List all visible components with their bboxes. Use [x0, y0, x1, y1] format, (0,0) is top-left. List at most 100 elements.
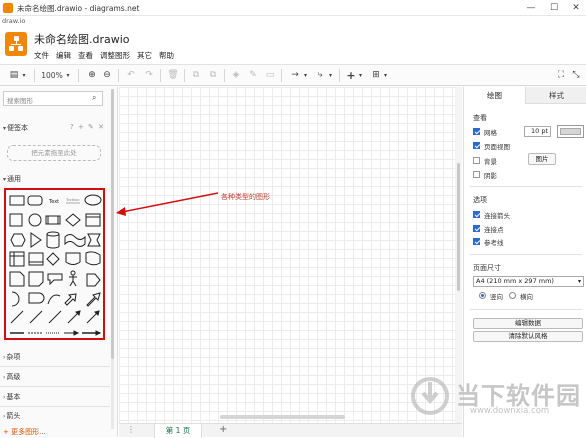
- waypoints-icon[interactable]: ⤷: [313, 69, 327, 82]
- section-arrows[interactable]: ›箭头: [3, 411, 20, 421]
- waypoints-dropdown-icon[interactable]: ▾: [327, 69, 334, 82]
- page-menu-icon[interactable]: ⋮: [127, 425, 135, 434]
- line-color-icon[interactable]: ✎: [247, 69, 259, 82]
- connection-points-label: 连接点: [484, 226, 504, 234]
- tab-diagram[interactable]: 绘图: [464, 87, 525, 104]
- collapse-icon[interactable]: ⤡: [570, 69, 582, 82]
- annotation-text: 各种类型的图形: [221, 193, 270, 201]
- menu-view[interactable]: 查看: [78, 50, 93, 61]
- url-label: draw.io: [2, 17, 26, 25]
- add-page-button[interactable]: +: [219, 424, 227, 435]
- redo-icon[interactable]: ↷: [143, 69, 155, 82]
- section-general-label: 通用: [7, 175, 22, 183]
- minimize-button[interactable]: —: [523, 1, 539, 15]
- svg-text:Textbox: Textbox: [65, 198, 79, 202]
- chevron-down-icon: ▾: [577, 278, 581, 285]
- delete-icon[interactable]: 🗑: [167, 69, 179, 82]
- undo-icon[interactable]: ↶: [125, 69, 137, 82]
- canvas-scrollbar-thumb[interactable]: [457, 163, 460, 291]
- grid-label: 网格: [484, 129, 497, 137]
- section-general[interactable]: ▾通用: [3, 174, 21, 184]
- title-bar: 未命名绘图.drawio - diagrams.net — ☐ ✕: [0, 0, 586, 16]
- tab-style[interactable]: 样式: [525, 87, 586, 104]
- edit-data-button[interactable]: 编辑数据: [473, 318, 583, 329]
- view-section-title: 查看: [473, 114, 487, 122]
- page-view-checkbox[interactable]: [473, 142, 480, 149]
- shadow-icon[interactable]: ▭: [264, 69, 276, 82]
- portrait-radio[interactable]: [479, 292, 486, 299]
- menu-arrange[interactable]: 调整图形: [100, 50, 130, 61]
- image-button[interactable]: 图片: [528, 153, 556, 165]
- connection-points-checkbox[interactable]: [473, 225, 480, 232]
- favorites-tools[interactable]: ? + ✎ ✕: [70, 123, 105, 131]
- chevron-down-icon: ▾: [3, 176, 7, 183]
- menu-file[interactable]: 文件: [34, 50, 49, 61]
- chevron-down-icon: ▾: [3, 125, 7, 132]
- landscape-radio[interactable]: [509, 292, 516, 299]
- grid-color-picker[interactable]: [557, 125, 584, 138]
- to-front-icon[interactable]: ⧉: [190, 69, 202, 82]
- zoom-out-icon[interactable]: ⊖: [101, 69, 113, 82]
- section-arrows-label: 箭头: [6, 412, 21, 420]
- watermark-site: www.downxia.com: [470, 406, 550, 416]
- section-misc-label: 杂项: [6, 353, 21, 361]
- shadow-checkbox[interactable]: [473, 171, 480, 178]
- connection-arrows-label: 连接箭头: [484, 212, 510, 220]
- general-shapes-palette: Text Textbox: [4, 188, 105, 340]
- table-dropdown-icon[interactable]: ▾: [382, 69, 389, 82]
- portrait-label: 竖向: [490, 293, 503, 301]
- svg-text:Text: Text: [48, 199, 59, 205]
- page-view-label: 页面视图: [484, 143, 510, 151]
- clear-default-style-button[interactable]: 清除默认风格: [473, 331, 583, 342]
- window-title: 未命名绘图.drawio - diagrams.net: [17, 4, 140, 13]
- document-title[interactable]: 未命名绘图.drawio: [34, 31, 130, 47]
- menu-edit[interactable]: 编辑: [56, 50, 71, 61]
- grid-checkbox[interactable]: [473, 128, 480, 135]
- to-back-icon[interactable]: ⧉: [207, 69, 219, 82]
- sidebar-scrollbar-thumb[interactable]: [111, 89, 114, 359]
- menu-bar: 文件 编辑 查看 调整图形 其它 帮助: [34, 50, 174, 61]
- canvas-horizontal-scrollbar-thumb[interactable]: [220, 415, 345, 419]
- shadow-label: 阴影: [484, 172, 497, 180]
- section-basic[interactable]: ›基本: [3, 392, 20, 402]
- drawing-canvas[interactable]: [119, 87, 462, 423]
- more-shapes-link[interactable]: + 更多图形...: [3, 427, 46, 437]
- options-section-title: 选项: [473, 196, 487, 204]
- zoom-in-icon[interactable]: ⊕: [86, 69, 98, 82]
- search-input[interactable]: 搜索图形: [3, 91, 103, 106]
- insert-dropdown-icon[interactable]: ▾: [357, 69, 364, 82]
- shape-thumbnails[interactable]: Text Textbox: [6, 190, 103, 338]
- connection-icon[interactable]: →: [288, 69, 302, 82]
- page-view-icon[interactable]: ▤: [7, 69, 21, 82]
- connection-dropdown-icon[interactable]: ▾: [302, 69, 309, 82]
- toolbar: ▤ ▾ 100% ▾ ⊕ ⊖ ↶ ↷ 🗑 ⧉ ⧉ ◈ ✎ ▭ → ▾ ⤷ ▾ +…: [0, 64, 586, 86]
- app-header: 未命名绘图.drawio 文件 编辑 查看 调整图形 其它 帮助: [0, 28, 586, 64]
- zoom-dropdown-icon[interactable]: ▾: [64, 69, 72, 82]
- paper-size-section-title: 页面尺寸: [473, 264, 501, 272]
- fullscreen-icon[interactable]: ⛶: [555, 69, 567, 82]
- background-label: 背景: [484, 158, 497, 166]
- tab-page-1[interactable]: 第 1 页: [154, 424, 202, 438]
- menu-extras[interactable]: 其它: [137, 50, 152, 61]
- grid-size-input[interactable]: 10 pt: [524, 126, 551, 137]
- section-advanced[interactable]: ›高级: [3, 372, 20, 382]
- shapes-sidebar: 搜索图形 ⌕ ▾便签本 ? + ✎ ✕ 把元素拖至此处 ▾通用 Text Tex…: [0, 87, 118, 437]
- guides-checkbox[interactable]: [473, 238, 480, 245]
- drawio-logo-icon: [5, 32, 27, 56]
- connection-arrows-checkbox[interactable]: [473, 211, 480, 218]
- section-misc[interactable]: ›杂项: [3, 352, 20, 362]
- close-button[interactable]: ✕: [568, 1, 584, 15]
- favorites-dropzone[interactable]: 把元素拖至此处: [7, 145, 101, 161]
- maximize-button[interactable]: ☐: [546, 1, 562, 15]
- section-favorites[interactable]: ▾便签本: [3, 123, 28, 133]
- menu-help[interactable]: 帮助: [159, 50, 174, 61]
- insert-icon[interactable]: +: [345, 69, 357, 82]
- chevron-down-icon[interactable]: ▾: [20, 69, 28, 82]
- zoom-level[interactable]: 100%: [40, 69, 64, 82]
- table-icon[interactable]: ⊞: [370, 69, 382, 82]
- section-advanced-label: 高级: [6, 373, 21, 381]
- annotation-arrow-icon: [116, 192, 219, 216]
- background-checkbox[interactable]: [473, 157, 480, 164]
- paper-size-select[interactable]: A4 (210 mm x 297 mm) ▾: [473, 276, 584, 287]
- fill-color-icon[interactable]: ◈: [230, 69, 242, 82]
